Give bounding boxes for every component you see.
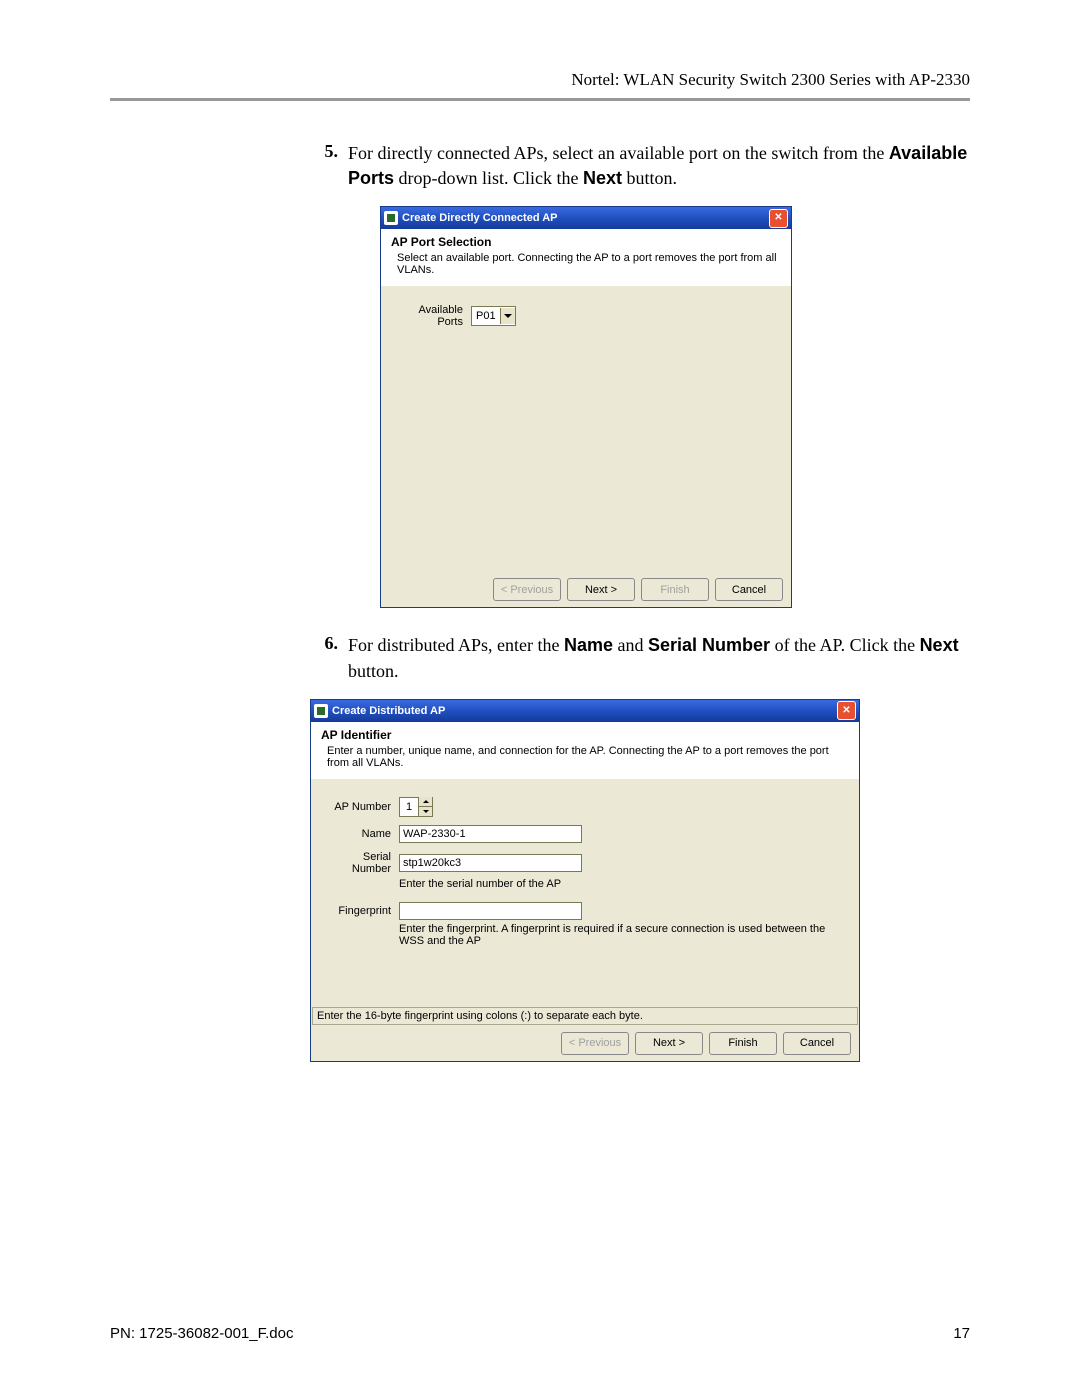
fingerprint-field[interactable] [399, 902, 582, 920]
titlebar: Create Directly Connected AP ✕ [381, 207, 791, 229]
name-field[interactable]: WAP-2330-1 [399, 825, 582, 843]
page-header: Nortel: WLAN Security Switch 2300 Series… [110, 70, 970, 101]
dialog-header: AP Identifier Enter a number, unique nam… [311, 722, 859, 779]
dialog-header: AP Port Selection Select an available po… [381, 229, 791, 286]
button-bar: < Previous Next > Finish Cancel [311, 1026, 859, 1061]
page-number: 17 [953, 1325, 970, 1342]
finish-button: Finish [641, 578, 709, 601]
previous-button: < Previous [561, 1032, 629, 1055]
serial-label: Serial Number [323, 851, 391, 875]
step-text: For directly connected APs, select an av… [348, 141, 970, 191]
window-title: Create Distributed AP [332, 705, 837, 717]
ap-number-stepper[interactable]: 1 [399, 797, 433, 817]
finish-button[interactable]: Finish [709, 1032, 777, 1055]
fingerprint-label: Fingerprint [323, 905, 391, 917]
dropdown-value: P01 [472, 310, 500, 322]
next-button[interactable]: Next > [567, 578, 635, 601]
name-label: Name [323, 828, 391, 840]
window-title: Create Directly Connected AP [402, 212, 769, 224]
dialog-description: Enter a number, unique name, and connect… [321, 745, 849, 769]
chevron-down-icon[interactable] [500, 308, 515, 324]
dialog-body: Available Ports P01 [381, 286, 791, 572]
button-bar: < Previous Next > Finish Cancel [381, 572, 791, 607]
text: button. [622, 168, 677, 188]
serial-help-text: Enter the serial number of the AP [399, 878, 847, 890]
text: For directly connected APs, select an av… [348, 143, 889, 163]
text: drop-down list. Click the [394, 168, 583, 188]
dialog-heading: AP Identifier [321, 728, 849, 742]
cancel-button[interactable]: Cancel [715, 578, 783, 601]
text: of the AP. Click the [770, 635, 920, 655]
step-5: 5. For directly connected APs, select an… [310, 141, 970, 191]
dialog-create-directly-connected-ap: Create Directly Connected AP ✕ AP Port S… [380, 206, 792, 608]
next-button[interactable]: Next > [635, 1032, 703, 1055]
chevron-up-icon[interactable] [419, 797, 432, 807]
bold-next: Next [583, 168, 622, 188]
text: button. [348, 661, 399, 681]
serial-field[interactable]: stp1w20kc3 [399, 854, 582, 872]
step-6: 6. For distributed APs, enter the Name a… [310, 633, 970, 683]
dialog-body: AP Number 1 Name WAP-2330-1 Serial Numbe… [311, 779, 859, 1026]
close-icon[interactable]: ✕ [837, 701, 856, 720]
previous-button: < Previous [493, 578, 561, 601]
cancel-button[interactable]: Cancel [783, 1032, 851, 1055]
page-footer: PN: 1725-36082-001_F.doc 17 [110, 1325, 970, 1342]
close-icon[interactable]: ✕ [769, 209, 788, 228]
text: and [613, 635, 648, 655]
chevron-down-icon[interactable] [419, 807, 432, 816]
available-ports-dropdown[interactable]: P01 [471, 306, 516, 326]
status-bar: Enter the 16-byte fingerprint using colo… [312, 1007, 858, 1025]
app-icon [314, 704, 328, 718]
available-ports-label: Available Ports [393, 304, 463, 328]
step-text: For distributed APs, enter the Name and … [348, 633, 970, 683]
bold-next: Next [920, 635, 959, 655]
bold-name: Name [564, 635, 613, 655]
dialog-heading: AP Port Selection [391, 235, 781, 249]
dialog-description: Select an available port. Connecting the… [391, 252, 781, 276]
footer-doc-id: PN: 1725-36082-001_F.doc [110, 1325, 293, 1342]
step-number: 6. [310, 633, 348, 683]
ap-number-label: AP Number [323, 801, 391, 813]
text: For distributed APs, enter the [348, 635, 564, 655]
fingerprint-help-text: Enter the fingerprint. A fingerprint is … [399, 923, 847, 947]
app-icon [384, 211, 398, 225]
step-number: 5. [310, 141, 348, 191]
spinner-value: 1 [400, 801, 418, 813]
titlebar: Create Distributed AP ✕ [311, 700, 859, 722]
bold-serial: Serial Number [648, 635, 770, 655]
dialog-create-distributed-ap: Create Distributed AP ✕ AP Identifier En… [310, 699, 860, 1062]
